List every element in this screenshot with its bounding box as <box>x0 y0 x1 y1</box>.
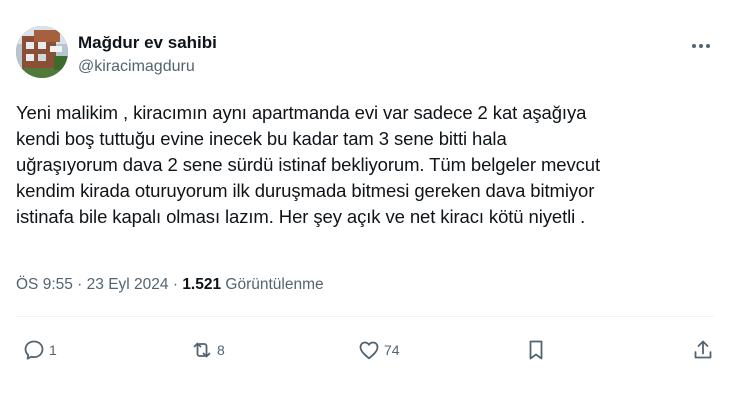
tweet-text-line: kendi boş tuttuğu evine inecek bu kadar … <box>16 128 507 149</box>
share-icon <box>694 340 712 359</box>
author-names: Mağdur ev sahibi @kiracimagduru <box>78 26 217 77</box>
more-dots-icon <box>692 44 710 48</box>
avatar[interactable] <box>16 26 68 78</box>
reply-count: 1 <box>49 342 57 358</box>
tweet-actions: 1 8 74 <box>0 332 730 368</box>
tweet-text-line: Yeni malikim , kiracımın aynı apartmanda… <box>16 102 587 123</box>
bookmark-button[interactable] <box>524 332 548 368</box>
meta-separator: · <box>72 276 87 293</box>
retweet-button[interactable]: 8 <box>190 332 225 368</box>
tweet-text-line: uğraşıyorum dava 2 sene sürdü istinaf be… <box>16 154 601 175</box>
tweet-meta: ÖS 9:55 · 23 Eyl 2024 · 1.521 Görüntülen… <box>16 275 324 295</box>
reply-icon <box>24 340 44 360</box>
more-options-button[interactable] <box>688 36 714 56</box>
tweet-text-line: istinafa bile kapalı olması lazım. Her ş… <box>16 206 586 227</box>
reply-button[interactable]: 1 <box>22 332 57 368</box>
tweet-text-line: kendim kirada oturuyorum ilk duruşmada b… <box>16 180 595 201</box>
meta-separator: · <box>168 276 183 293</box>
tweet-text: Yeni malikim , kiracımın aynı apartmanda… <box>16 100 716 230</box>
tweet-time[interactable]: ÖS 9:55 <box>16 276 73 293</box>
share-button[interactable] <box>691 332 715 368</box>
like-button[interactable]: 74 <box>357 332 400 368</box>
heart-icon <box>359 341 379 360</box>
like-count: 74 <box>384 342 400 358</box>
retweet-icon <box>193 342 211 358</box>
views-count: 1.521 <box>182 276 222 293</box>
tweet-header: Mağdur ev sahibi @kiracimagduru <box>16 26 714 82</box>
building-photo-avatar-icon <box>16 26 68 78</box>
author-handle[interactable]: @kiracimagduru <box>78 57 217 77</box>
bookmark-icon <box>529 340 543 360</box>
retweet-count: 8 <box>217 342 225 358</box>
views-label: Görüntülenme <box>221 276 324 293</box>
divider <box>16 316 714 317</box>
author-display-name[interactable]: Mağdur ev sahibi <box>78 33 217 53</box>
tweet-card: Mağdur ev sahibi @kiracimagduru Yeni mal… <box>0 0 730 420</box>
tweet-date[interactable]: 23 Eyl 2024 <box>87 276 169 293</box>
